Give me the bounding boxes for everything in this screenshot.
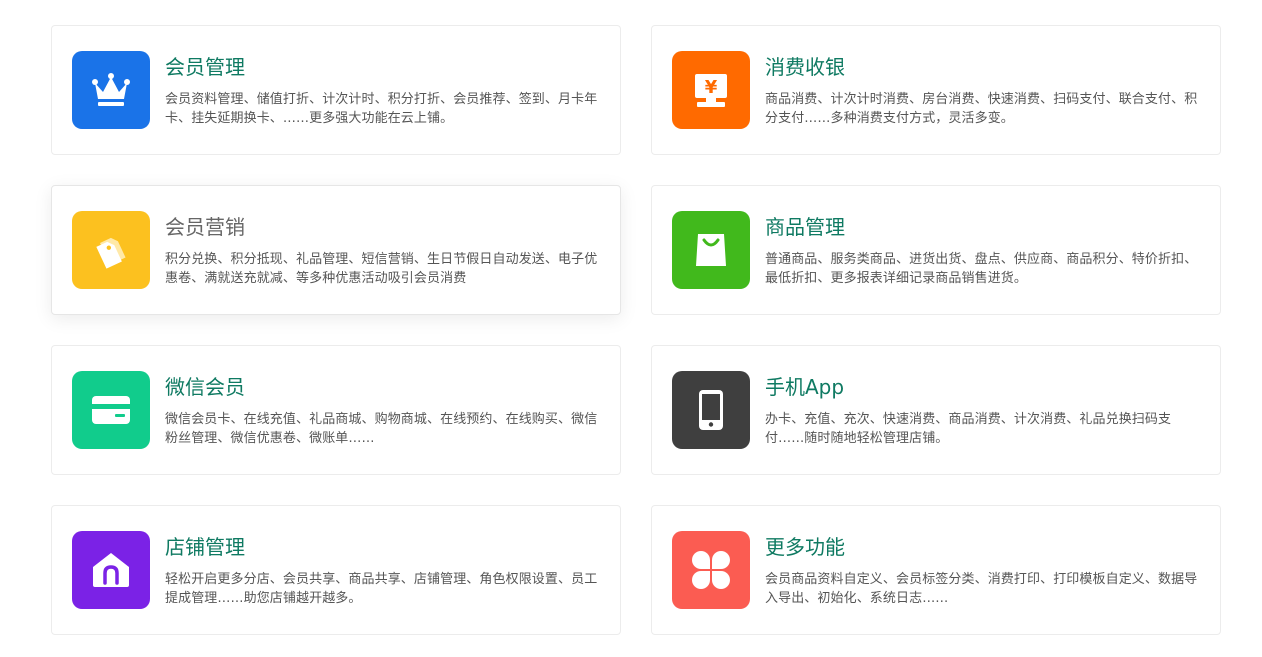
feature-description: 办卡、充值、充次、快速消费、商品消费、计次消费、礼品兑换扫码支付……随时随地轻松… [765,412,1172,446]
feature-title: 微信会员 [165,375,245,399]
feature-description: 会员商品资料自定义、会员标签分类、消费打印、打印模板自定义、数据导入导出、初始化… [765,572,1198,606]
feature-description: 轻松开启更多分店、会员共享、商品共享、店铺管理、角色权限设置、员工提成管理……助… [165,572,598,606]
feature-description: 商品消费、计次计时消费、房台消费、快速消费、扫码支付、联合支付、积分支付……多种… [765,92,1198,126]
feature-card-checkout[interactable]: ¥ 消费收银 商品消费、计次计时消费、房台消费、快速消费、扫码支付、联合支付、积… [651,25,1221,155]
feature-card-store-management[interactable]: 店铺管理 轻松开启更多分店、会员共享、商品共享、店铺管理、角色权限设置、员工提成… [51,505,621,635]
feature-title: 更多功能 [765,535,845,559]
feature-card-mobile-app[interactable]: 手机App 办卡、充值、充次、快速消费、商品消费、计次消费、礼品兑换扫码支付……… [651,345,1221,475]
feature-title: 会员营销 [165,215,245,239]
feature-grid: 会员管理 会员资料管理、储值打折、计次计时、积分打折、会员推荐、签到、月卡年卡、… [0,0,1262,657]
feature-card-product-management[interactable]: 商品管理 普通商品、服务类商品、进货出货、盘点、供应商、商品积分、特价折扣、最低… [651,185,1221,315]
feature-card-member-marketing[interactable]: 会员营销 积分兑换、积分抵现、礼品管理、短信营销、生日节假日自动发送、电子优惠卷… [51,185,621,315]
feature-description: 积分兑换、积分抵现、礼品管理、短信营销、生日节假日自动发送、电子优惠卷、满就送充… [165,252,598,286]
grid-petals-icon [672,531,750,609]
feature-card-more-features[interactable]: 更多功能 会员商品资料自定义、会员标签分类、消费打印、打印模板自定义、数据导入导… [651,505,1221,635]
feature-description: 会员资料管理、储值打折、计次计时、积分打折、会员推荐、签到、月卡年卡、挂失延期换… [165,92,598,126]
feature-title: 手机App [765,375,845,399]
phone-icon [672,371,750,449]
feature-card-wechat-member[interactable]: 微信会员 微信会员卡、在线充值、礼品商城、购物商城、在线预约、在线购买、微信粉丝… [51,345,621,475]
svg-text:¥: ¥ [705,77,718,98]
feature-description: 普通商品、服务类商品、进货出货、盘点、供应商、商品积分、特价折扣、最低折扣、更多… [765,252,1198,286]
crown-icon [72,51,150,129]
cash-register-icon: ¥ [672,51,750,129]
feature-title: 消费收银 [765,55,845,79]
card-icon [72,371,150,449]
feature-title: 会员管理 [165,55,245,79]
feature-title: 店铺管理 [165,535,245,559]
store-icon [72,531,150,609]
feature-description: 微信会员卡、在线充值、礼品商城、购物商城、在线预约、在线购买、微信粉丝管理、微信… [165,412,598,446]
feature-title: 商品管理 [765,215,845,239]
price-tags-icon [72,211,150,289]
feature-card-member-management[interactable]: 会员管理 会员资料管理、储值打折、计次计时、积分打折、会员推荐、签到、月卡年卡、… [51,25,621,155]
shopping-bag-icon [672,211,750,289]
